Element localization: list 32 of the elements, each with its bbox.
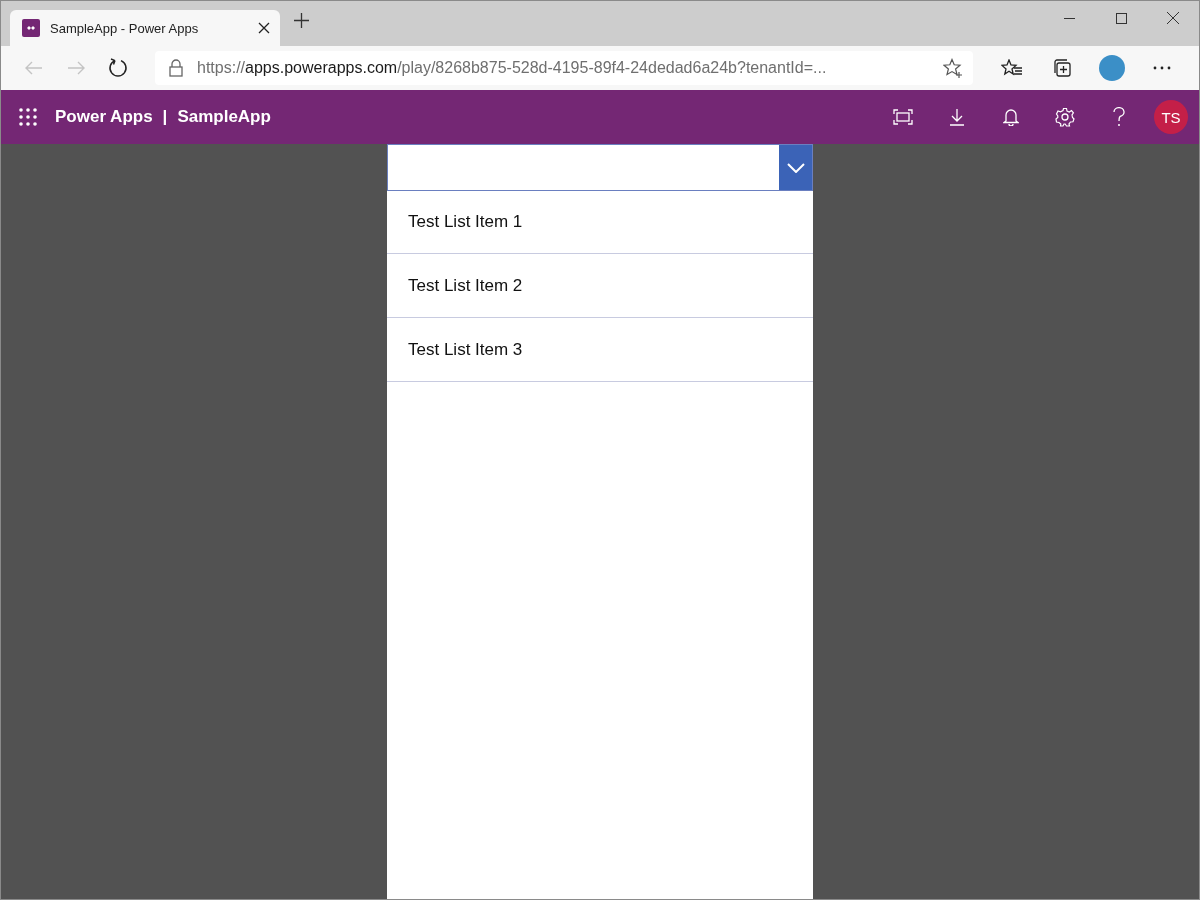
plus-icon[interactable] — [294, 13, 309, 28]
star-plus-icon[interactable] — [943, 58, 963, 78]
profile-avatar[interactable] — [1099, 55, 1125, 81]
url-text: https://apps.powerapps.com/play/8268b875-528d-4195-89f4-24dedad6a24b?tenantId=... — [197, 59, 828, 77]
app-name: SampleApp — [177, 107, 271, 127]
list-item[interactable]: Test List Item 1 — [387, 191, 813, 254]
dropdown-toggle[interactable] — [779, 145, 812, 190]
list-item[interactable]: Test List Item 3 — [387, 318, 813, 382]
list-item[interactable]: Test List Item 2 — [387, 254, 813, 318]
product-name: Power Apps — [55, 107, 153, 127]
title-separator: | — [162, 107, 168, 127]
refresh-icon[interactable] — [108, 58, 128, 78]
help-icon[interactable] — [1113, 107, 1125, 127]
app-launcher-icon[interactable] — [19, 108, 37, 126]
app-logo-icon — [22, 19, 40, 37]
padlock-icon — [169, 59, 183, 77]
chevron-down-icon — [786, 162, 805, 173]
address-bar[interactable]: https://apps.powerapps.com/play/8268b875-528d-4195-89f4-24dedad6a24b?tenantId=... — [155, 51, 973, 85]
maximize-icon[interactable] — [1115, 12, 1127, 24]
favorites-icon[interactable] — [1001, 59, 1023, 77]
collections-icon[interactable] — [1052, 58, 1072, 78]
minimize-icon[interactable] — [1063, 17, 1075, 19]
close-icon[interactable] — [258, 22, 270, 34]
more-icon[interactable] — [1153, 66, 1171, 70]
fit-to-screen-icon[interactable] — [893, 109, 913, 125]
dropdown-field[interactable] — [387, 144, 813, 191]
user-avatar[interactable]: TS — [1154, 100, 1188, 134]
browser-tab[interactable]: SampleApp - Power Apps — [10, 10, 280, 46]
close-icon[interactable] — [1167, 12, 1179, 24]
settings-icon[interactable] — [1055, 107, 1075, 127]
download-icon[interactable] — [949, 108, 965, 126]
bell-icon[interactable] — [1003, 108, 1019, 126]
